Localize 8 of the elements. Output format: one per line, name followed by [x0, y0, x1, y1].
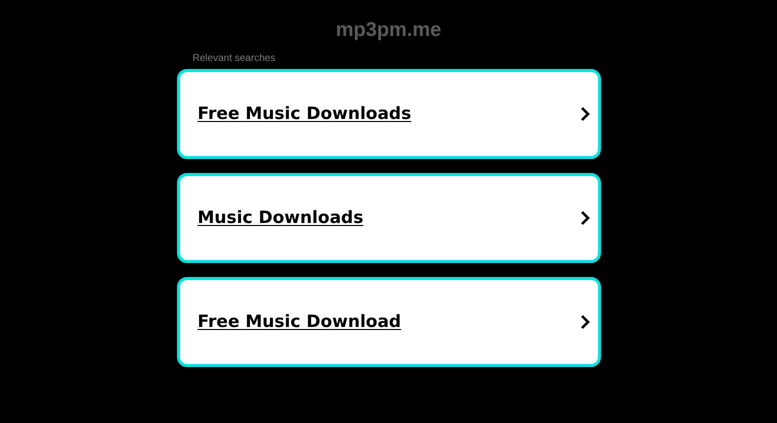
chevron-right-icon [580, 106, 590, 122]
site-title: mp3pm.me [336, 19, 442, 43]
section-label: Relevant searches [192, 53, 276, 66]
search-link-card[interactable]: Music Downloads [176, 173, 600, 263]
chevron-right-icon [580, 314, 590, 330]
search-link-card[interactable]: Free Music Download [176, 277, 600, 367]
search-link-card[interactable]: Free Music Downloads [176, 69, 600, 159]
chevron-right-icon [580, 210, 590, 226]
